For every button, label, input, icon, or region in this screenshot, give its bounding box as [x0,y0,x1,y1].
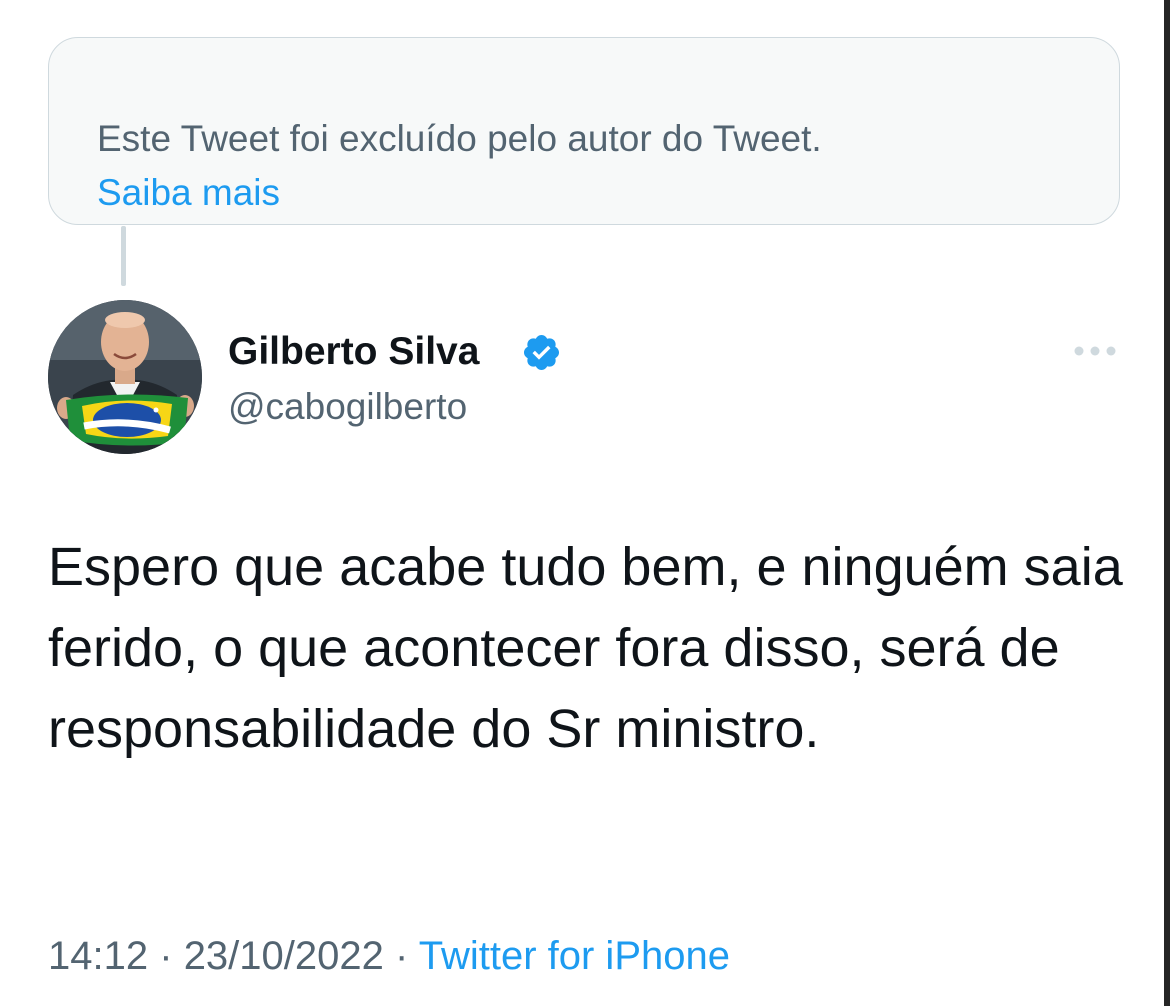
deleted-tweet-notice: Este Tweet foi excluído pelo autor do Tw… [48,37,1120,225]
tweet-source-link[interactable]: Twitter for iPhone [419,934,730,978]
avatar[interactable] [48,300,202,454]
tweet-time[interactable]: 14:12 [48,934,148,978]
tweet-meta: 14:12 · 23/10/2022 · Twitter for iPhone [48,928,730,984]
deleted-notice-text: Este Tweet foi excluído pelo autor do Tw… [97,118,822,159]
more-options-icon[interactable] [1070,336,1120,366]
thread-connector-line [121,226,126,286]
author-name[interactable]: Gilberto Silva [228,326,479,378]
author-handle[interactable]: @cabogilberto [228,382,467,432]
scrollbar[interactable] [1164,0,1170,1006]
tweet-page: Este Tweet foi excluído pelo autor do Tw… [0,0,1170,1006]
avatar-photo [48,300,202,454]
meta-separator: · [395,934,409,978]
verified-badge-icon [523,334,560,371]
tweet-text: Espero que acabe tudo bem, e ninguém sai… [48,537,1123,759]
learn-more-link[interactable]: Saiba mais [97,168,280,218]
tweet-date[interactable]: 23/10/2022 [184,934,384,978]
meta-separator: · [159,934,173,978]
